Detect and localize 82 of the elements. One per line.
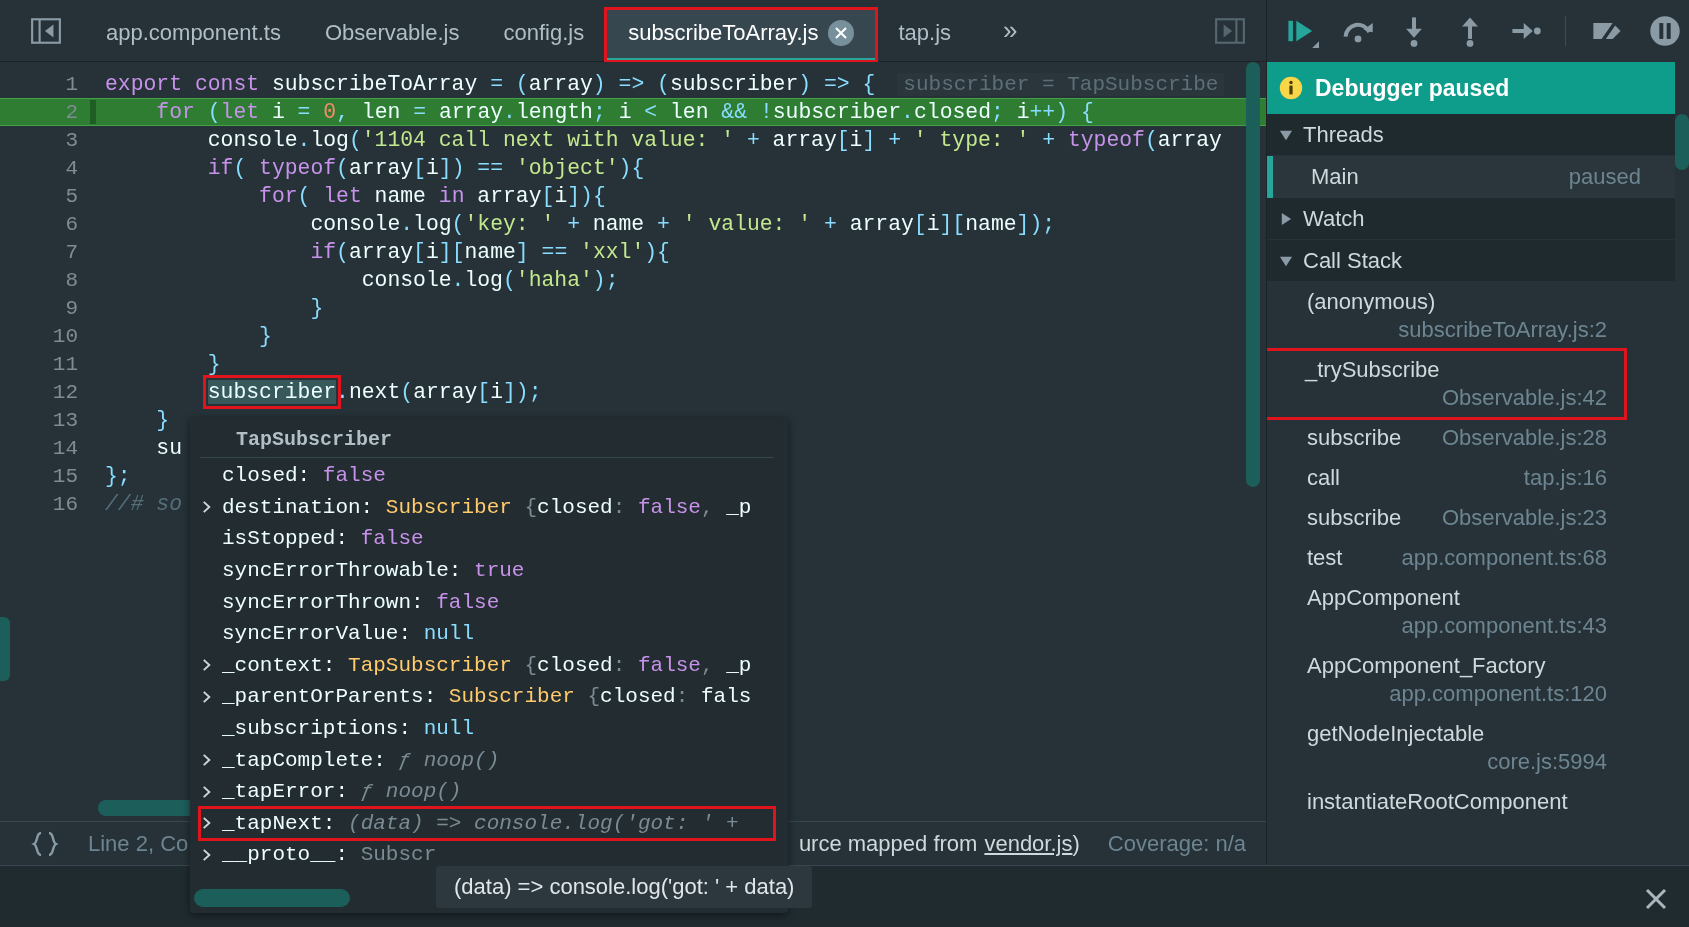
- code-line: console.log('haha');: [360, 268, 619, 292]
- property-entry[interactable]: _context: TapSubscriber {closed: false, _p: [222, 653, 752, 677]
- line-number: 4: [64, 156, 79, 180]
- property-entry[interactable]: __proto__: Subscr: [222, 843, 437, 867]
- call-frame[interactable]: call tap.js:16: [1267, 458, 1625, 498]
- close-icon[interactable]: [1645, 888, 1667, 910]
- code-line: subscriber.next(array[i]);: [206, 380, 542, 404]
- file-tab[interactable]: config.js: [481, 8, 607, 61]
- close-icon[interactable]: [828, 20, 855, 46]
- line-number: 11: [51, 352, 79, 376]
- line-number: 15: [51, 464, 79, 488]
- code-line: console.log('1104 call next with value: ' + array[i] + ' type: ' + typeof(array: [206, 128, 1222, 152]
- code-line: }: [206, 352, 221, 376]
- scrollbar-thumb[interactable]: [194, 889, 350, 907]
- code-line: }: [155, 408, 170, 432]
- file-tab[interactable]: tap.js: [876, 8, 974, 61]
- line-number: 1: [64, 72, 79, 96]
- property-entry[interactable]: closed: false: [222, 464, 386, 488]
- property-entry[interactable]: syncErrorValue: null: [222, 622, 475, 646]
- code-line: }: [309, 296, 324, 320]
- section-header[interactable]: Watch: [1267, 198, 1675, 240]
- call-frame[interactable]: (anonymous) subscribeToArray.js:2: [1267, 282, 1625, 350]
- code-line: su: [155, 436, 183, 460]
- line-number: 2: [64, 100, 79, 124]
- line-number: 10: [51, 324, 79, 348]
- line-number: 13: [51, 408, 79, 432]
- call-frame[interactable]: AppComponent_Factory app.component.ts:120: [1267, 646, 1625, 714]
- scroll-marker: [0, 617, 10, 681]
- code-line: for (let i = 0, len = array.length; i < len && !subscriber.closed; i++) {: [90, 100, 1094, 124]
- property-entry[interactable]: isStopped: false: [222, 527, 424, 551]
- property-entry[interactable]: _subscriptions: null: [222, 717, 475, 741]
- code-line: export const subscribeToArray = (array) => (subscriber) => {: [104, 72, 876, 96]
- source-map-text: ): [1072, 830, 1080, 857]
- code-line: }: [258, 324, 272, 348]
- code-line: };: [104, 464, 131, 488]
- inline-value-hint: subscriber = TapSubscribe: [897, 72, 1225, 96]
- source-link[interactable]: vendor.js: [984, 830, 1073, 857]
- line-number: 9: [64, 296, 79, 320]
- property-entry[interactable]: syncErrorThrowable: true: [222, 559, 525, 583]
- tooltip: (data) => console.log('got: ' + data): [436, 866, 813, 908]
- call-frame[interactable]: subscribe Observable.js:28: [1267, 418, 1625, 458]
- coverage-text: Coverage: n/a: [1107, 830, 1246, 857]
- section-header[interactable]: Threads: [1267, 114, 1675, 156]
- popover-title: TapSubscriber: [200, 426, 774, 458]
- pause-icon[interactable]: [1648, 14, 1682, 48]
- property-entry[interactable]: _tapNext: (data) => console.log('got: ' +: [222, 811, 739, 835]
- line-number: 7: [64, 240, 79, 264]
- call-frame[interactable]: subscribe Observable.js:23: [1267, 498, 1625, 538]
- property-entry[interactable]: destination: Subscriber {closed: false, _p: [222, 495, 752, 519]
- line-number: 8: [64, 268, 79, 292]
- scrollbar-thumb[interactable]: [1675, 114, 1689, 170]
- file-tab[interactable]: app.component.ts: [84, 8, 303, 61]
- property-entry[interactable]: syncErrorThrown: false: [222, 590, 500, 614]
- call-frame[interactable]: AppComponent app.component.ts:43: [1267, 578, 1625, 646]
- section-header[interactable]: Call Stack: [1267, 240, 1675, 282]
- line-number: 3: [64, 128, 79, 152]
- code-line: for( let name in array[i]){: [258, 184, 606, 208]
- line-number: 12: [51, 380, 79, 404]
- info-icon: [1279, 76, 1303, 100]
- line-number: 6: [64, 212, 79, 236]
- code-line: if( typeof(array[i]) == 'object'){: [206, 156, 645, 180]
- file-tab[interactable]: Observable.js: [302, 8, 482, 61]
- call-frame[interactable]: test app.component.ts:68: [1267, 538, 1625, 578]
- call-frame[interactable]: instantiateRootComponent: [1267, 782, 1625, 822]
- more-tabs-button[interactable]: »: [973, 15, 1048, 46]
- thread-item[interactable]: Main paused: [1267, 156, 1675, 198]
- line-number: 5: [64, 184, 79, 208]
- scrollbar-thumb[interactable]: [1246, 62, 1260, 487]
- property-entry[interactable]: _tapError: ƒ noop(): [222, 780, 462, 804]
- call-frame[interactable]: _trySubscribe Observable.js:42: [1267, 350, 1625, 418]
- property-entry[interactable]: _tapComplete: ƒ noop(): [222, 748, 500, 772]
- source-map-text: urce mapped from: [798, 830, 978, 857]
- line-number: 14: [51, 436, 79, 460]
- line-number: 16: [51, 492, 79, 516]
- file-tab[interactable]: subscribeToArray.js: [606, 8, 877, 61]
- code-line: console.log('key: ' + name + ' value: ' + array[i][name]);: [309, 212, 1056, 236]
- cursor-position: Line 2, Co: [88, 830, 189, 857]
- code-line: //# so: [104, 492, 183, 516]
- property-entry[interactable]: _parentOrParents: Subscriber {closed: fals: [222, 685, 752, 709]
- paused-banner: Debugger paused: [1267, 62, 1675, 114]
- call-frame[interactable]: getNodeInjectable core.js:5994: [1267, 714, 1625, 782]
- code-line: if(array[i][name] == 'xxl'){: [309, 240, 670, 264]
